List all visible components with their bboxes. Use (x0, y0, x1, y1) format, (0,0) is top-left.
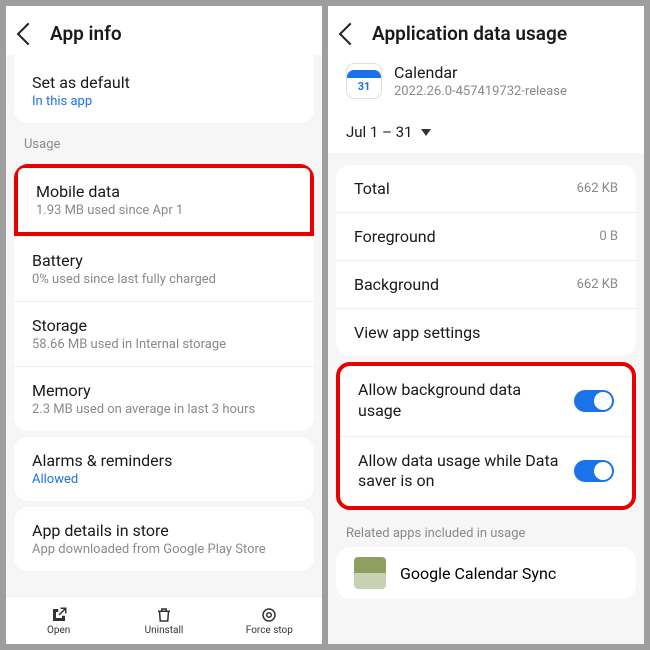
set-as-default-row[interactable]: Set as default In this app (14, 59, 314, 123)
back-icon[interactable] (339, 22, 362, 45)
row-title: View app settings (354, 323, 480, 342)
force-stop-button[interactable]: Force stop (217, 597, 322, 644)
row-title: Set as default (32, 73, 296, 92)
action-bar: Open Uninstall Force stop (6, 596, 322, 644)
chevron-down-icon (421, 129, 431, 136)
row-title: Storage (32, 316, 296, 335)
page-title: App info (50, 22, 122, 45)
background-row: Background 662 KB (336, 260, 636, 308)
stat-value: 0 B (599, 229, 618, 244)
page-title: Application data usage (372, 22, 567, 45)
stat-label: Foreground (354, 227, 436, 246)
btn-label: Open (47, 625, 70, 636)
row-title: Mobile data (36, 182, 292, 201)
back-icon[interactable] (17, 22, 40, 45)
stat-value: 662 KB (577, 277, 618, 292)
storage-row[interactable]: Storage 58.66 MB used in Internal storag… (14, 301, 314, 366)
usage-section-label: Usage (6, 123, 322, 158)
toggle-switch[interactable] (574, 390, 614, 412)
alarms-row[interactable]: Alarms & reminders Allowed (14, 437, 314, 501)
app-header: 31 Calendar 2022.26.0-457419732-release (328, 55, 644, 113)
app-details-store-row[interactable]: App details in store App downloaded from… (14, 507, 314, 571)
trash-icon (155, 606, 173, 624)
mobile-data-row[interactable]: Mobile data 1.93 MB used since Apr 1 (14, 164, 314, 236)
row-sub: 58.66 MB used in Internal storage (32, 337, 296, 352)
stat-label: Background (354, 275, 439, 294)
toggle-label: Allow data usage while Data saver is on (358, 451, 562, 493)
row-sub: In this app (32, 94, 296, 109)
stop-icon (260, 606, 278, 624)
header: Application data usage (328, 6, 644, 55)
stat-value: 662 KB (577, 181, 618, 196)
view-app-settings-row[interactable]: View app settings (336, 308, 636, 356)
row-title: Memory (32, 381, 296, 400)
row-title: Battery (32, 251, 296, 270)
row-title: App details in store (32, 521, 296, 540)
row-sub: App downloaded from Google Play Store (32, 542, 296, 557)
allow-data-saver-row[interactable]: Allow data usage while Data saver is on (340, 436, 632, 507)
battery-row[interactable]: Battery 0% used since last fully charged (14, 236, 314, 301)
app-version: 2022.26.0-457419732-release (394, 84, 567, 99)
calendar-icon: 31 (346, 63, 382, 99)
uninstall-button[interactable]: Uninstall (111, 597, 216, 644)
date-range-label: Jul 1 – 31 (346, 123, 413, 141)
memory-row[interactable]: Memory 2.3 MB used on average in last 3 … (14, 366, 314, 431)
related-app-row[interactable]: Google Calendar Sync (336, 547, 636, 599)
toggle-switch[interactable] (574, 460, 614, 482)
related-app-name: Google Calendar Sync (400, 564, 556, 583)
app-info-panel: App info Set as default In this app Usag… (6, 6, 322, 644)
date-range-selector[interactable]: Jul 1 – 31 (328, 113, 644, 153)
open-icon (50, 606, 68, 624)
row-sub: 1.93 MB used since Apr 1 (36, 203, 292, 218)
row-sub: 0% used since last fully charged (32, 272, 296, 287)
allow-background-data-row[interactable]: Allow background data usage (340, 366, 632, 436)
row-sub: Allowed (32, 472, 296, 487)
stat-label: Total (354, 179, 390, 198)
foreground-row: Foreground 0 B (336, 212, 636, 260)
total-row: Total 662 KB (336, 165, 636, 212)
data-usage-panel: Application data usage 31 Calendar 2022.… (328, 6, 644, 644)
related-apps-label: Related apps included in usage (328, 516, 644, 547)
open-button[interactable]: Open (6, 597, 111, 644)
toggle-label: Allow background data usage (358, 380, 562, 422)
row-sub: 2.3 MB used on average in last 3 hours (32, 402, 296, 417)
app-name: Calendar (394, 63, 567, 82)
header: App info (6, 6, 322, 55)
row-title: Alarms & reminders (32, 451, 296, 470)
btn-label: Force stop (246, 625, 293, 636)
sync-app-icon (354, 557, 386, 589)
btn-label: Uninstall (145, 625, 184, 636)
